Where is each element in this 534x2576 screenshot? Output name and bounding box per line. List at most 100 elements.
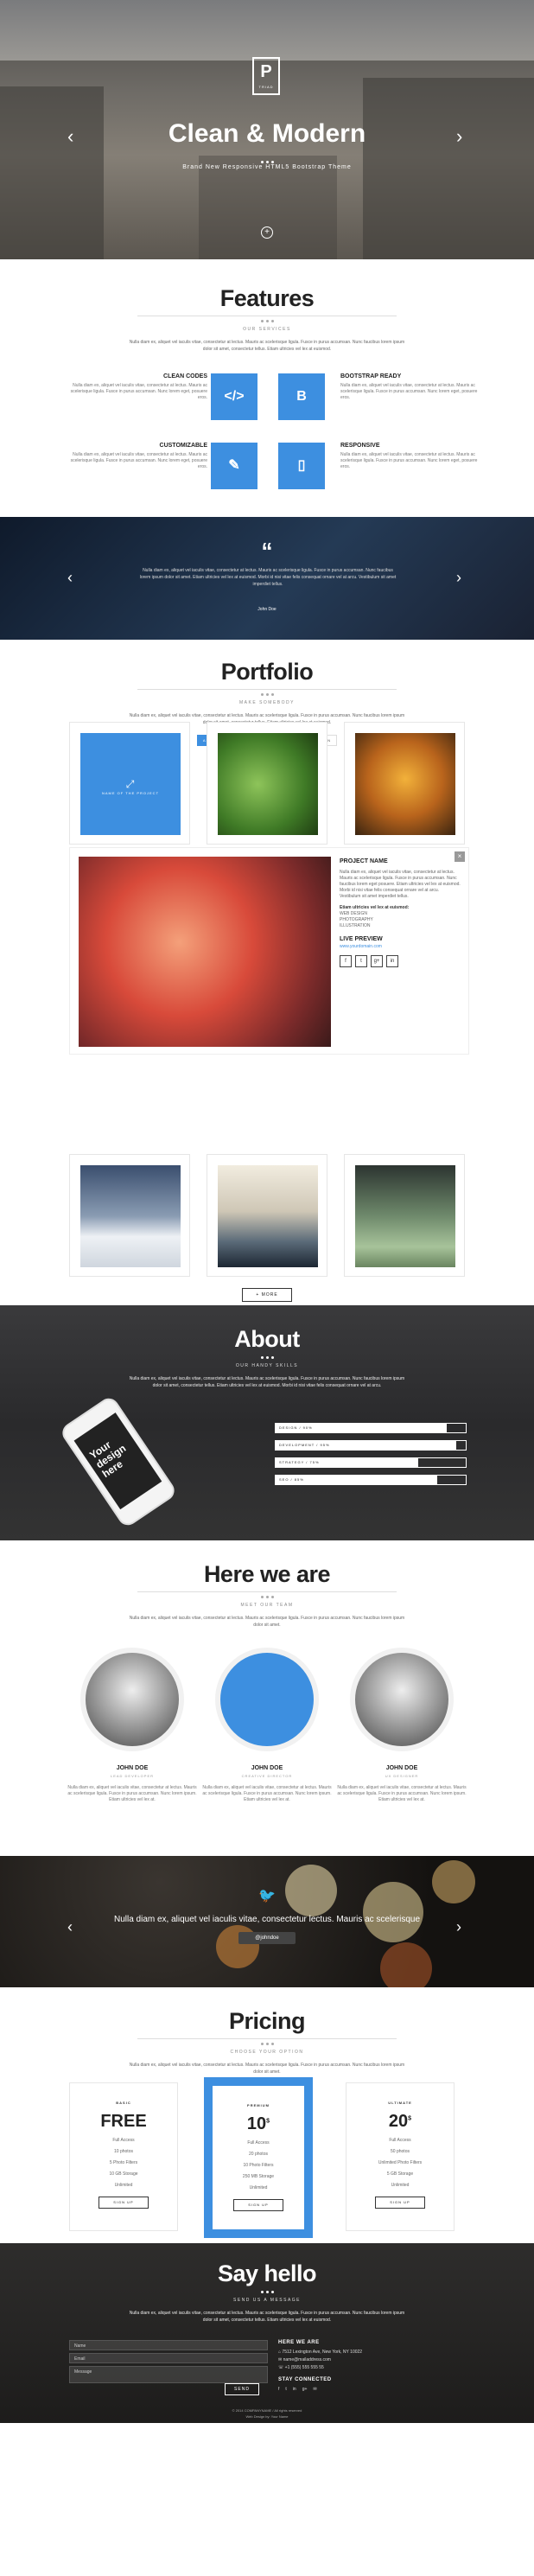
pricing-intro: Nulla diam ex, aliquet vel iaculis vitae… bbox=[129, 2063, 405, 2075]
contact-section: Say hello SEND US A MESSAGE Nulla diam e… bbox=[0, 2243, 534, 2423]
sign-up-button[interactable]: SIGN UP bbox=[99, 2197, 149, 2209]
plan-row: Unlimited Photo Filters bbox=[378, 2160, 423, 2165]
sign-up-button[interactable]: SIGN UP bbox=[233, 2199, 283, 2211]
team-section: Here we are MEET OUR TEAM Nulla diam ex,… bbox=[0, 1540, 534, 1856]
hero-title: Clean & Modern bbox=[168, 119, 366, 148]
message-field[interactable]: Message bbox=[69, 2366, 268, 2383]
portfolio-image bbox=[355, 1165, 455, 1267]
sign-up-button[interactable]: SIGN UP bbox=[375, 2197, 425, 2209]
linkedin-icon[interactable]: in bbox=[386, 955, 398, 967]
features-intro: Nulla diam ex, aliquet vel iaculis vitae… bbox=[129, 340, 405, 352]
code-icon: </> bbox=[211, 373, 257, 420]
skill-label: STRATEGY / 75% bbox=[279, 1460, 320, 1464]
portfolio-item[interactable] bbox=[344, 722, 465, 845]
portfolio-image bbox=[355, 733, 455, 835]
phone-icon: ☏ bbox=[278, 2365, 284, 2370]
project-list-title: Etiam ultricies vel lex at euismod: bbox=[340, 905, 410, 910]
member-role: CREATIVE DIRECTOR bbox=[241, 1774, 293, 1778]
hero-prev-arrow-icon[interactable]: ‹ bbox=[67, 125, 73, 148]
feature-text: Nulla diam ex, aliquet vel iaculis vitae… bbox=[70, 383, 207, 400]
feature-title: CUSTOMIZABLE bbox=[159, 443, 207, 449]
logo[interactable]: P TRIAD bbox=[252, 57, 280, 95]
tweet-next-arrow-icon[interactable]: › bbox=[456, 1918, 461, 1936]
plan-name: ULTIMATE bbox=[388, 2101, 412, 2105]
mail-icon[interactable]: ✉ bbox=[313, 2387, 316, 2392]
features-section: Features OUR SERVICES Nulla diam ex, ali… bbox=[0, 259, 534, 517]
linkedin-icon[interactable]: in bbox=[293, 2387, 296, 2392]
section-dots bbox=[0, 2043, 534, 2045]
project-desc: Nulla diam ex, aliquet vel iaculis vitae… bbox=[340, 870, 461, 899]
logo-letter: P bbox=[260, 62, 272, 81]
hero-sky bbox=[0, 0, 534, 61]
project-list-item: WEB DESIGN bbox=[340, 911, 367, 916]
section-dots bbox=[0, 693, 534, 696]
feature-text: Nulla diam ex, aliquet vel iaculis vitae… bbox=[70, 452, 207, 469]
skill-bar: DESIGN / 90% bbox=[275, 1423, 467, 1433]
pricing-subtitle: CHOOSE YOUR OPTION bbox=[230, 2050, 304, 2055]
more-button[interactable]: + MORE bbox=[242, 1288, 292, 1302]
home-icon: ⌂ bbox=[278, 2350, 282, 2355]
stay-title: STAY CONNECTED bbox=[278, 2377, 332, 2382]
quote-prev-arrow-icon[interactable]: ‹ bbox=[67, 569, 73, 587]
portfolio-item[interactable]: ⤢ NAME OF THE PROJECT bbox=[69, 722, 190, 845]
contact-subtitle: SEND US A MESSAGE bbox=[232, 2298, 302, 2303]
quote-next-arrow-icon[interactable]: › bbox=[456, 569, 461, 587]
hero-next-arrow-icon[interactable]: › bbox=[456, 125, 462, 148]
contact-info: HERE WE ARE ⌂ 7512 Lexington Ave, New Yo… bbox=[278, 2340, 362, 2392]
about-intro: Nulla diam ex, aliquet vel iaculis vitae… bbox=[129, 1376, 405, 1388]
name-field[interactable]: Name bbox=[69, 2340, 268, 2350]
send-button[interactable]: SEND bbox=[225, 2383, 259, 2395]
member-name: JOHN DOE bbox=[251, 1765, 283, 1771]
twitter-user[interactable]: @johndoe bbox=[238, 1932, 296, 1944]
copyright: © 2014 COMPANYNAME / All rights reserved bbox=[232, 2408, 302, 2413]
email-text[interactable]: name@mailaddress.com bbox=[283, 2357, 331, 2362]
mobile-icon: ▯ bbox=[278, 443, 325, 489]
portfolio-hover-overlay: ⤢ NAME OF THE PROJECT bbox=[80, 733, 181, 835]
member-role: LEAD DEVELOPER bbox=[110, 1774, 154, 1778]
portfolio-item[interactable] bbox=[207, 722, 327, 845]
bokeh-light bbox=[380, 1942, 432, 1987]
mail-icon: ✉ bbox=[278, 2357, 283, 2362]
plan-price-value: 20 bbox=[388, 2112, 409, 2131]
plan-row: 50 photos bbox=[391, 2149, 410, 2154]
member-name: JOHN DOE bbox=[116, 1765, 149, 1771]
feature-clean-codes: CLEAN CODES Nulla diam ex, aliquet vel i… bbox=[69, 373, 207, 401]
portfolio-image bbox=[218, 733, 318, 835]
portfolio-item[interactable] bbox=[344, 1154, 465, 1277]
facebook-icon[interactable]: f bbox=[278, 2387, 279, 2392]
plan-row: 5 GB Storage bbox=[386, 2171, 414, 2177]
google-plus-icon[interactable]: g+ bbox=[371, 955, 383, 967]
plan-currency: $ bbox=[266, 2118, 270, 2125]
phone-mockup: Your design here bbox=[58, 1394, 179, 1529]
portfolio-item[interactable] bbox=[207, 1154, 327, 1277]
pricing-title: Pricing bbox=[228, 2008, 306, 2034]
facebook-icon[interactable]: f bbox=[340, 955, 352, 967]
plan-row: Unlimited bbox=[114, 2183, 133, 2188]
google-plus-icon[interactable]: g+ bbox=[302, 2387, 308, 2392]
hero-building bbox=[0, 86, 104, 259]
portfolio-hover-label: NAME OF THE PROJECT bbox=[101, 791, 160, 795]
feature-responsive: RESPONSIVE Nulla diam ex, aliquet vel ia… bbox=[340, 443, 479, 470]
plan-price: 10$ bbox=[213, 2114, 304, 2134]
about-subtitle: OUR HANDY SKILLS bbox=[235, 1363, 299, 1368]
tweet-prev-arrow-icon[interactable]: ‹ bbox=[67, 1918, 73, 1936]
feature-customizable: CUSTOMIZABLE Nulla diam ex, aliquet vel … bbox=[69, 443, 207, 470]
quote-text: Nulla diam ex, aliquet vel iaculis vitae… bbox=[139, 568, 397, 587]
portfolio-item[interactable] bbox=[69, 1154, 190, 1277]
email-field[interactable]: Email bbox=[69, 2353, 268, 2363]
hero-building bbox=[199, 156, 337, 259]
plan-row: 250 MB Storage bbox=[242, 2174, 275, 2179]
contact-title: Say hello bbox=[217, 2260, 317, 2286]
plan-row: 5 Photo Filters bbox=[109, 2160, 138, 2165]
twitter-icon[interactable]: t bbox=[355, 955, 367, 967]
live-preview-link[interactable]: www.yourdomain.com bbox=[340, 944, 461, 950]
phone-text: +1 (555) 555 555 55 bbox=[284, 2365, 324, 2370]
avatar-hover[interactable] bbox=[215, 1648, 319, 1751]
scroll-down-icon[interactable]: + bbox=[261, 226, 273, 239]
twitter-icon[interactable]: t bbox=[285, 2387, 286, 2392]
hero-tagline: Brand New Responsive HTML5 Bootstrap The… bbox=[182, 164, 352, 170]
plan-row: Full Access bbox=[247, 2140, 270, 2146]
address-row: ⌂ 7512 Lexington Ave, New York, NY 10022 bbox=[278, 2350, 362, 2355]
section-dots bbox=[0, 2291, 534, 2293]
member-text: Nulla diam ex, aliquet vel iaculis vitae… bbox=[337, 1785, 467, 1802]
